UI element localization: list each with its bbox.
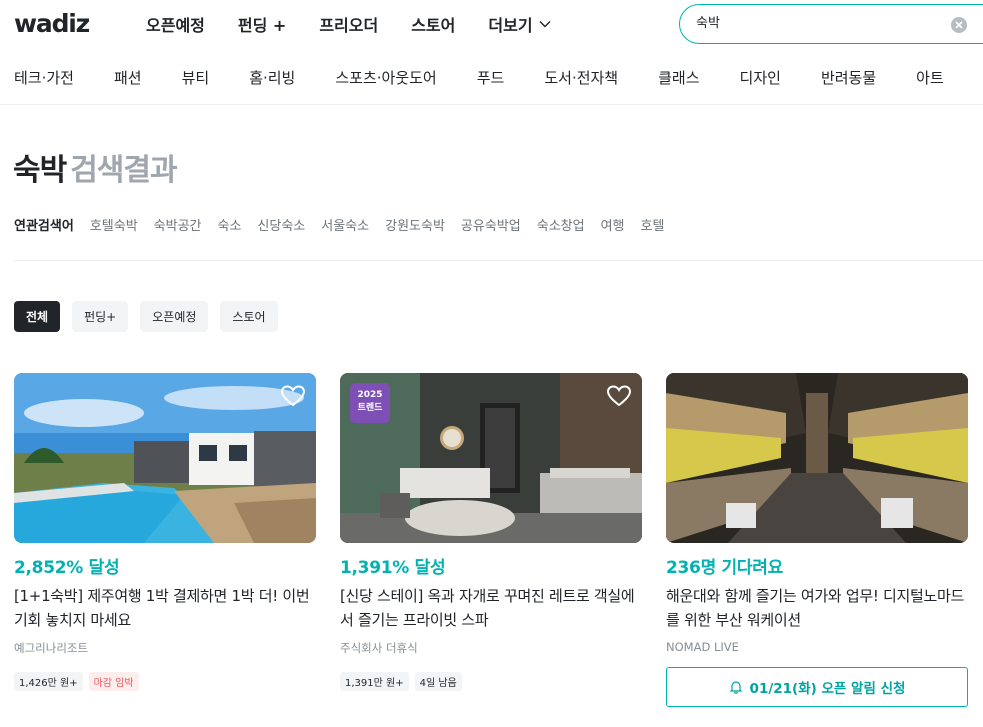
open-notify-button[interactable]: 01/21(화) 오픈 알림 신청: [666, 667, 968, 707]
capsule-hotel-image: [666, 373, 968, 543]
project-title[interactable]: [신당 스테이] 옥과 자개로 꾸며진 레트로 객실에서 즐기는 프라이빗 스파: [340, 584, 642, 632]
days-left-chip: 4일 남음: [414, 672, 462, 691]
category-class[interactable]: 클래스: [658, 67, 699, 88]
related-keyword[interactable]: 숙소: [218, 215, 242, 234]
tab-store[interactable]: 스토어: [220, 301, 278, 332]
related-keyword[interactable]: 호텔숙박: [90, 215, 138, 234]
wadiz-logo[interactable]: wadiz: [14, 9, 90, 38]
amount-chip: 1,391만 원+: [340, 672, 409, 691]
chevron-down-icon: [539, 21, 551, 28]
amount-chip: 1,426만 원+: [14, 672, 83, 691]
nav-item-coming-soon[interactable]: 오픈예정: [146, 12, 205, 36]
category-art[interactable]: 아트: [916, 67, 944, 88]
filter-tabs: 전체 펀딩+ 오픈예정 스토어: [14, 301, 278, 332]
related-keyword[interactable]: 서울숙소: [321, 215, 369, 234]
title-suffix: 검색결과: [70, 153, 177, 188]
category-pets[interactable]: 반려동물: [821, 67, 876, 88]
clear-search-icon[interactable]: [951, 17, 967, 33]
achievement-rate: 2,852% 달성: [14, 558, 120, 578]
category-beauty[interactable]: 뷰티: [182, 67, 210, 88]
card-chips: 1,426만 원+ 마감 임박: [14, 672, 316, 691]
related-keyword[interactable]: 공유숙박업: [461, 215, 521, 234]
tab-funding-plus[interactable]: 펀딩+: [72, 301, 129, 332]
achievement-rate: 1,391% 달성: [340, 558, 446, 578]
category-fashion[interactable]: 패션: [114, 67, 142, 88]
category-design[interactable]: 디자인: [740, 67, 781, 88]
notify-label: 01/21(화) 오픈 알림 신청: [749, 681, 906, 697]
project-thumbnail[interactable]: 2025 트렌드: [340, 373, 642, 543]
category-nav: 테크·가전 패션 뷰티 홈·리빙 스포츠·아웃도어 푸드 도서·전자책 클래스 …: [14, 67, 983, 88]
project-thumbnail[interactable]: [14, 373, 316, 543]
related-label: 연관검색어: [14, 219, 74, 234]
nav-item-store[interactable]: 스토어: [411, 12, 455, 36]
header: wadiz 오픈예정 펀딩 + 프리오더 스토어 더보기: [0, 0, 983, 50]
search-box: [679, 4, 983, 44]
category-tech[interactable]: 테크·가전: [14, 67, 74, 88]
related-keyword[interactable]: 여행: [601, 215, 625, 234]
bell-icon: [729, 681, 742, 694]
category-home-living[interactable]: 홈·리빙: [249, 67, 295, 88]
maker-name[interactable]: 주식회사 더휴식: [340, 640, 642, 656]
trend-badge: 2025 트렌드: [350, 383, 390, 423]
nav-item-funding[interactable]: 펀딩 +: [238, 12, 286, 36]
related-keyword[interactable]: 호텔: [641, 215, 665, 234]
project-card[interactable]: 236명 기다려요 해운대와 함께 즐기는 여가와 업무! 디지털노마드를 위한…: [666, 373, 968, 707]
project-card[interactable]: 2,852% 달성 [1+1숙박] 제주여행 1박 결제하면 1박 더! 이번 …: [14, 373, 316, 691]
global-nav: 오픈예정 펀딩 + 프리오더 스토어 더보기: [146, 12, 584, 36]
search-input[interactable]: [696, 14, 936, 29]
related-keyword[interactable]: 숙소창업: [537, 215, 585, 234]
divider: [0, 104, 983, 105]
card-chips: 1,391만 원+ 4일 남음: [340, 672, 642, 691]
project-title[interactable]: 해운대와 함께 즐기는 여가와 업무! 디지털노마드를 위한 부산 워케이션: [666, 584, 968, 632]
project-thumbnail[interactable]: [666, 373, 968, 543]
maker-name[interactable]: NOMAD LIVE: [666, 640, 968, 654]
resort-pool-image: [14, 373, 316, 543]
related-keywords: 연관검색어 호텔숙박 숙박공간 숙소 신당숙소 서울숙소 강원도숙박 공유숙박업…: [14, 215, 680, 234]
waiting-count: 236명 기다려요: [666, 558, 783, 578]
related-keyword[interactable]: 신당숙소: [257, 215, 305, 234]
page-title: 숙박 검색결과: [13, 145, 178, 189]
tab-coming-soon[interactable]: 오픈예정: [140, 301, 209, 332]
nav-item-preorder[interactable]: 프리오더: [319, 12, 378, 36]
divider: [14, 260, 983, 261]
maker-name[interactable]: 예그리나리조트: [14, 640, 316, 656]
category-books[interactable]: 도서·전자책: [544, 67, 618, 88]
related-keyword[interactable]: 숙박공간: [154, 215, 202, 234]
heart-icon[interactable]: [606, 383, 632, 409]
category-food[interactable]: 푸드: [477, 67, 505, 88]
heart-icon[interactable]: [280, 383, 306, 409]
related-keyword[interactable]: 강원도숙박: [385, 215, 445, 234]
project-card[interactable]: 2025 트렌드 1,391% 달성 [신당 스테이] 옥과 자개로 꾸며진 레트…: [340, 373, 642, 691]
deadline-chip: 마감 임박: [88, 672, 139, 691]
nav-item-more[interactable]: 더보기: [488, 12, 551, 36]
tab-all[interactable]: 전체: [14, 301, 61, 332]
search-keyword: 숙박: [13, 153, 67, 188]
category-sports-outdoor[interactable]: 스포츠·아웃도어: [335, 67, 436, 88]
project-title[interactable]: [1+1숙박] 제주여행 1박 결제하면 1박 더! 이번 기회 놓치지 마세요: [14, 584, 316, 632]
